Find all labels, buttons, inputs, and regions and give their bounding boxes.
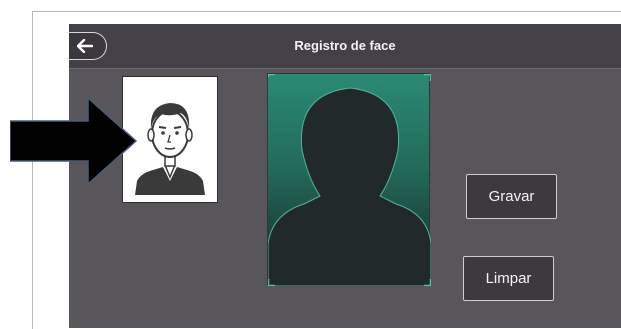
arrow-left-icon: [77, 39, 93, 53]
back-button[interactable]: [69, 32, 107, 60]
face-capture-preview: [267, 73, 431, 286]
title-bar: Registro de face: [69, 24, 621, 69]
save-button[interactable]: Gravar: [466, 174, 557, 219]
arrow-right-icon: [10, 98, 138, 184]
face-silhouette-icon: [268, 74, 431, 286]
page-title: Registro de face: [294, 38, 396, 53]
clear-button[interactable]: Limpar: [463, 256, 554, 301]
device-screen: Registro de face Gravar Limpar: [69, 24, 621, 328]
